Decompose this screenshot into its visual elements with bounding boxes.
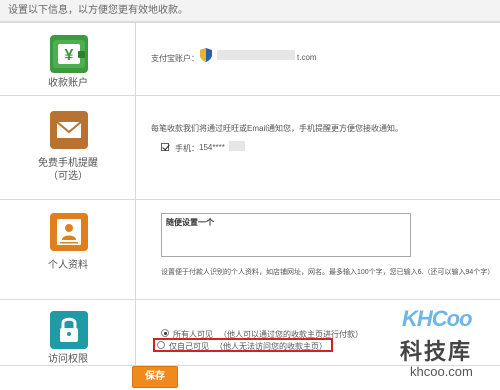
envelope-icon xyxy=(50,111,88,149)
intro-bar: 设置以下信息，以方便您更有效地收款。 xyxy=(0,0,500,22)
row-notify: 免费手机提醒 （可选） 每笔收款我们将通过旺旺或Email通知您，手机提醒更方便… xyxy=(0,95,500,200)
watermark-logo: KHCoo xyxy=(402,306,473,331)
row-notify-sublabel: （可选） xyxy=(48,171,88,182)
padlock-icon xyxy=(50,311,88,349)
row-access-label: 访问权限 xyxy=(48,354,88,365)
radio-self-only[interactable] xyxy=(157,341,165,349)
notify-description: 每笔收款我们将通过旺旺或Email通知您，手机提醒更方便您接收通知。 xyxy=(151,124,404,133)
row-account-right: 支付宝账户： t.com xyxy=(137,23,500,95)
row-profile-label: 个人资料 xyxy=(48,260,88,271)
row-access-left: 访问权限 xyxy=(0,299,136,365)
svg-text:¥: ¥ xyxy=(65,47,74,64)
phone-masked xyxy=(229,141,245,151)
account-suffix: t.com xyxy=(297,53,317,62)
shield-badge-icon xyxy=(199,47,213,65)
row-account-left: ¥ 收款账户 xyxy=(0,23,136,95)
profile-hint: 设置便于付款人识别的个人资料，如店铺网址，网名。最多输入100个字，您已输入6.… xyxy=(161,269,495,276)
row-profile-right: 随便设置一个 设置便于付款人识别的个人资料，如店铺网址，网名。最多输入100个字… xyxy=(137,199,500,299)
id-card-icon xyxy=(50,213,88,251)
phone-label: 手机： xyxy=(175,144,199,153)
watermark: KHCoo 科技库 khcoo.com xyxy=(398,306,498,388)
option-self-note: （他人无法访问您的收款主页） xyxy=(215,342,327,351)
row-notify-label: 免费手机提醒 xyxy=(38,158,98,169)
watermark-url: khcoo.com xyxy=(410,364,473,379)
row-account-label: 收款账户 xyxy=(48,78,88,89)
row-account: ¥ 收款账户 支付宝账户： t.com xyxy=(0,23,500,96)
intro-text: 设置以下信息，以方便您更有效地收款。 xyxy=(8,5,188,16)
wallet-yen-icon: ¥ xyxy=(50,35,88,73)
phone-value: 154**** xyxy=(199,143,225,152)
account-field-label: 支付宝账户： xyxy=(151,54,199,63)
save-button[interactable]: 保存 xyxy=(132,366,178,388)
row-profile: 个人资料 随便设置一个 设置便于付款人识别的个人资料，如店铺网址，网名。最多输入… xyxy=(0,199,500,300)
option-self-label: 仅自己可见 xyxy=(169,342,209,351)
watermark-name: 科技库 xyxy=(400,339,473,364)
account-masked xyxy=(217,50,295,60)
row-notify-right: 每笔收款我们将通过旺旺或Email通知您，手机提醒更方便您接收通知。 手机： 1… xyxy=(137,95,500,199)
phone-checkbox[interactable] xyxy=(161,143,169,151)
profile-textarea[interactable]: 随便设置一个 xyxy=(161,213,411,257)
row-notify-left: 免费手机提醒 （可选） xyxy=(0,95,136,199)
row-profile-left: 个人资料 xyxy=(0,199,136,299)
radio-all-visible[interactable] xyxy=(161,329,169,337)
